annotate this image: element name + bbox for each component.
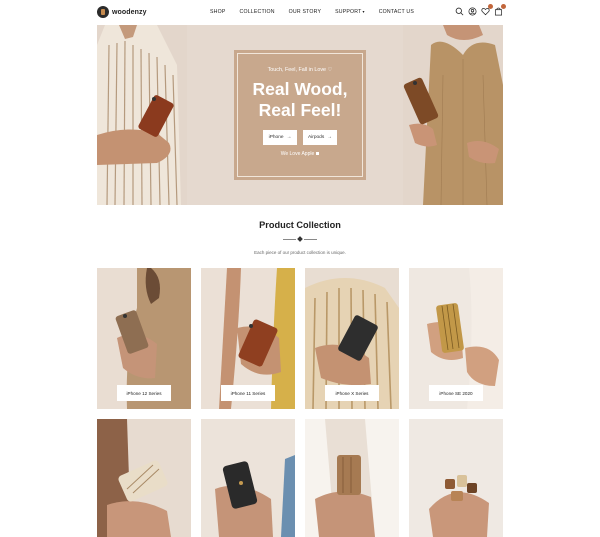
brand-name: woodenzy bbox=[112, 8, 147, 16]
arrow-right-icon: → bbox=[327, 135, 333, 140]
chevron-down-icon: ▾ bbox=[362, 9, 365, 14]
wishlist-icon[interactable] bbox=[481, 4, 493, 16]
nav-item-contact-us[interactable]: CONTACT US bbox=[379, 9, 414, 15]
collection-card-iphone-11[interactable]: iPhone 11 Series bbox=[201, 268, 295, 409]
iphone-button-label: iPhone bbox=[268, 135, 284, 140]
product-image bbox=[305, 419, 399, 537]
we-love-apple-label: We Love Apple bbox=[280, 151, 315, 157]
hero-promo-box: Touch, Feel, Fall in Love ♡ Real Wood, R… bbox=[234, 50, 366, 180]
apple-icon bbox=[316, 152, 320, 155]
card-label: iPhone 12 Series bbox=[117, 385, 171, 401]
header-icons bbox=[455, 4, 507, 16]
hero-title-line-2: Real Feel! bbox=[258, 100, 342, 120]
card-label: iPhone X Series bbox=[325, 385, 379, 401]
cart-badge bbox=[501, 4, 506, 9]
nav-item-our-story[interactable]: OUR STORY bbox=[289, 9, 321, 15]
search-icon[interactable] bbox=[455, 7, 464, 16]
collection-card-6[interactable] bbox=[201, 419, 295, 537]
nav-item-shop[interactable]: SHOP bbox=[210, 9, 226, 15]
wishlist-badge bbox=[488, 4, 493, 9]
hero-right-model-image bbox=[403, 25, 503, 205]
nav-item-support-label: SUPPORT bbox=[335, 9, 362, 15]
arrow-right-icon: → bbox=[286, 135, 292, 140]
iphone-button[interactable]: iPhone → bbox=[263, 130, 297, 145]
site-header: woodenzy SHOP COLLECTION OUR STORY SUPPO… bbox=[0, 0, 600, 25]
diamond-icon bbox=[297, 236, 303, 242]
logo-icon bbox=[97, 6, 109, 18]
card-label: iPhone SE 2020 bbox=[429, 385, 483, 401]
hero-title-line-1: Real Wood, bbox=[252, 79, 348, 99]
collection-subtitle: Each piece of our product collection is … bbox=[254, 250, 346, 255]
collection-card-iphone-x[interactable]: iPhone X Series bbox=[305, 268, 399, 409]
hero-left-model-image bbox=[97, 25, 187, 205]
collection-card-8[interactable] bbox=[409, 419, 503, 537]
brand-logo[interactable]: woodenzy bbox=[97, 5, 147, 19]
account-icon[interactable] bbox=[468, 7, 477, 16]
nav-item-support[interactable]: SUPPORT▾ bbox=[335, 9, 365, 15]
card-label: iPhone 11 Series bbox=[221, 385, 275, 401]
collection-title: Product Collection bbox=[259, 220, 341, 230]
we-love-apple-link[interactable]: We Love Apple bbox=[281, 151, 320, 157]
airpods-button[interactable]: Airpods → bbox=[303, 130, 337, 145]
airpods-button-label: Airpods bbox=[307, 135, 325, 140]
section-divider bbox=[280, 236, 320, 242]
collection-card-5[interactable] bbox=[97, 419, 191, 537]
collection-card-7[interactable] bbox=[305, 419, 399, 537]
hero-banner: Touch, Feel, Fall in Love ♡ Real Wood, R… bbox=[97, 25, 503, 205]
collection-card-iphone-12[interactable]: iPhone 12 Series bbox=[97, 268, 191, 409]
nav-item-collection[interactable]: COLLECTION bbox=[240, 9, 275, 15]
cart-icon[interactable] bbox=[494, 4, 506, 16]
main-nav: SHOP COLLECTION OUR STORY SUPPORT▾ CONTA… bbox=[210, 9, 428, 15]
collection-card-iphone-se[interactable]: iPhone SE 2020 bbox=[409, 268, 503, 409]
product-image bbox=[409, 419, 503, 537]
product-image bbox=[201, 419, 295, 537]
hero-title: Real Wood, Real Feel! bbox=[253, 79, 348, 121]
hero-kicker: Touch, Feel, Fall in Love ♡ bbox=[267, 67, 333, 73]
product-image bbox=[97, 419, 191, 537]
hero-buttons: iPhone → Airpods → bbox=[260, 130, 340, 145]
